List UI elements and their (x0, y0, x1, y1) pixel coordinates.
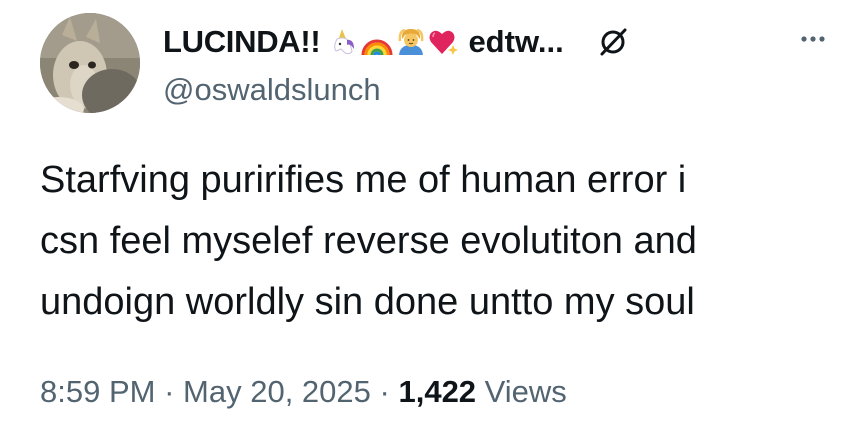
person-gesturing-ok-icon (399, 28, 424, 55)
avatar[interactable] (40, 13, 140, 113)
author-name-row: LUCINDA!! edtw... (163, 20, 630, 64)
tweet-text-line: undoign worldly sin done untto my soul (40, 281, 695, 323)
avatar-image (40, 13, 140, 113)
tweet-text-line: Starfving puririfies me of human error i (40, 159, 687, 201)
tweet-time: 8:59 PM (40, 374, 156, 409)
tweet-meta: 8:59 PM · May 20, 2025 · 1,422 Views (40, 374, 567, 410)
author-name-suffix[interactable]: edtw... (468, 24, 563, 60)
sparkling-heart-icon (429, 30, 459, 55)
tweet-date: May 20, 2025 (183, 374, 371, 409)
unicorn-icon (334, 29, 355, 55)
tweet-text-line: csn feel myselef reverse evolutiton and (40, 220, 697, 262)
views-count: 1,422 (398, 374, 477, 409)
more-options-button[interactable] (796, 22, 830, 56)
tweet-text: Starfving puririfies me of human error i… (40, 150, 830, 333)
author-display-name[interactable]: LUCINDA!! (163, 24, 321, 60)
null-sign-icon (600, 28, 627, 56)
meta-separator: · (164, 374, 175, 409)
views-label: Views (484, 374, 567, 409)
rainbow-icon (361, 39, 393, 56)
more-dots-icon (801, 36, 825, 42)
author-handle[interactable]: @oswaldslunch (163, 72, 381, 108)
meta-separator: · (379, 374, 390, 409)
name-emoji-group (328, 27, 460, 57)
tweet-timestamp-link[interactable]: 8:59 PM · May 20, 2025 (40, 374, 371, 409)
